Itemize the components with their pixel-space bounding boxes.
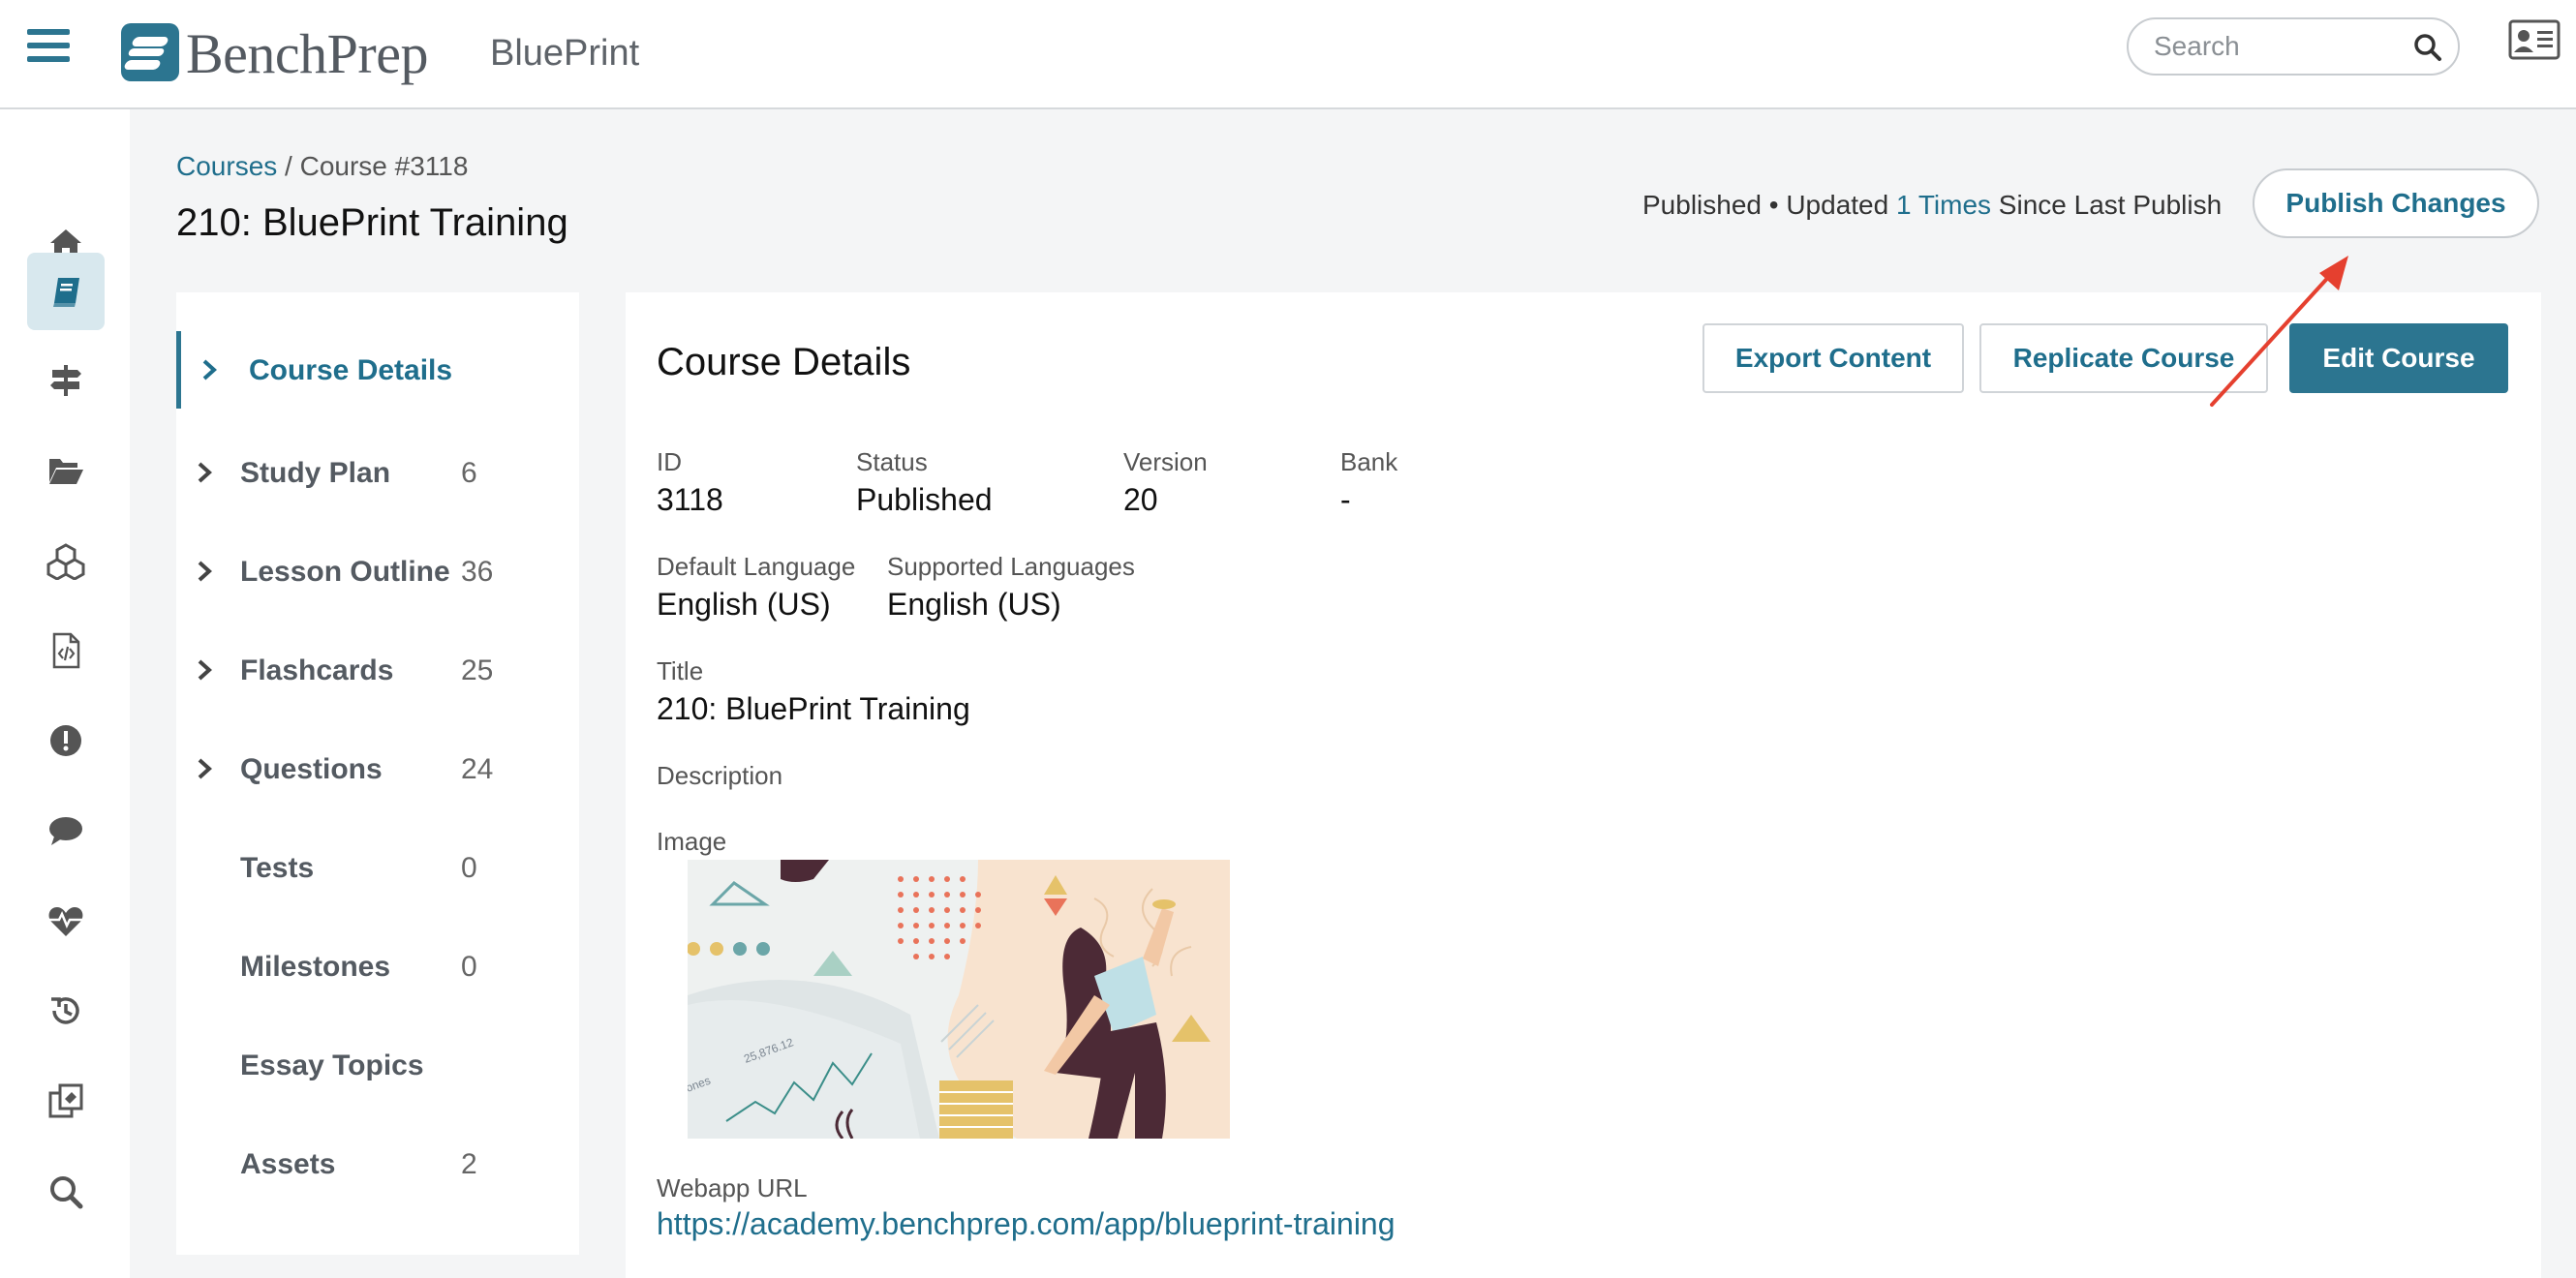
cubes-icon[interactable] (27, 522, 105, 599)
nav-count: 2 (461, 1148, 477, 1180)
book-icon[interactable] (27, 253, 105, 330)
heartbeat-icon[interactable] (27, 882, 105, 959)
hamburger-menu-icon[interactable] (27, 29, 70, 68)
breadcrumb-courses-link[interactable]: Courses (176, 151, 277, 181)
nav-label: Flashcards (240, 654, 394, 686)
folder-open-icon[interactable] (27, 432, 105, 509)
nav-label: Course Details (249, 354, 453, 386)
nav-count: 25 (461, 654, 494, 686)
page-title: 210: BluePrint Training (176, 201, 568, 244)
status-label: Status (856, 447, 928, 476)
status-value: Published (856, 482, 993, 517)
version-value: 20 (1123, 482, 1158, 517)
export-content-button[interactable]: Export Content (1702, 323, 1964, 393)
supported-languages-label: Supported Languages (887, 552, 1135, 581)
course-details-panel: Course Details Export Content Replicate … (626, 292, 2541, 1278)
bank-value: - (1340, 482, 1351, 517)
nav-flashcards[interactable]: Flashcards 25 (176, 631, 579, 709)
nav-lesson-outline[interactable]: Lesson Outline 36 (176, 532, 579, 610)
image-label: Image (657, 827, 727, 856)
breadcrumb: Courses / Course #3118 (176, 151, 468, 182)
nav-count: 24 (461, 753, 494, 785)
nav-label: Questions (240, 753, 383, 785)
nav-count: 6 (461, 457, 477, 489)
brand-name: BenchPrep (186, 22, 429, 85)
panel-title: Course Details (657, 341, 911, 383)
app-page: BenchPrep BluePrint Search Courses / Cou… (0, 0, 2576, 1278)
nav-label: Tests (240, 852, 315, 884)
profile-card-icon[interactable] (2508, 19, 2561, 60)
product-name: BluePrint (490, 33, 640, 74)
status-prefix: Published • Updated (1642, 190, 1896, 220)
nav-label: Assets (240, 1148, 336, 1180)
icon-rail (0, 109, 130, 1278)
chevron-right-icon (198, 462, 212, 483)
signpost-icon[interactable] (27, 342, 105, 419)
nav-label: Milestones (240, 951, 391, 983)
chevron-right-icon (202, 359, 217, 380)
id-value: 3118 (657, 482, 723, 517)
webapp-url-link[interactable]: https://academy.benchprep.com/app/bluepr… (657, 1206, 1395, 1242)
webapp-url-label: Webapp URL (657, 1173, 808, 1202)
publish-status: Published • Updated 1 Times Since Last P… (1642, 190, 2222, 221)
nav-label: Study Plan (240, 457, 391, 489)
nav-milestones[interactable]: Milestones 0 (176, 928, 579, 1005)
top-bar: BenchPrep BluePrint (0, 0, 2576, 109)
description-label: Description (657, 761, 783, 790)
history-icon[interactable] (27, 972, 105, 1050)
course-image: 25,876.12 ones (688, 860, 1230, 1139)
chevron-right-icon (198, 659, 212, 681)
nav-count: 36 (461, 556, 494, 588)
bank-label: Bank (1340, 447, 1398, 476)
nav-tests[interactable]: Tests 0 (176, 829, 579, 906)
nav-course-details[interactable]: Course Details (176, 331, 579, 409)
default-language-value: English (US) (657, 587, 831, 622)
exclamation-circle-icon[interactable] (27, 702, 105, 779)
title-value: 210: BluePrint Training (657, 691, 970, 726)
id-label: ID (657, 447, 682, 476)
nav-study-plan[interactable]: Study Plan 6 (176, 434, 579, 511)
updated-times-link[interactable]: 1 Times (1896, 190, 1991, 220)
title-label: Title (657, 656, 704, 685)
nav-essay-topics[interactable]: Essay Topics (176, 1026, 579, 1104)
supported-languages-value: English (US) (887, 587, 1061, 622)
chevron-right-icon (198, 561, 212, 582)
benchprep-logo-icon (121, 23, 179, 81)
status-suffix: Since Last Publish (1991, 190, 2223, 220)
annotation-arrow-icon (2210, 256, 2348, 407)
nav-label: Lesson Outline (240, 556, 450, 588)
search-box (2127, 17, 2460, 76)
rail-search-icon[interactable] (27, 1153, 105, 1231)
nav-questions[interactable]: Questions 24 (176, 730, 579, 807)
nav-label: Essay Topics (240, 1050, 424, 1081)
search-input[interactable] (2154, 29, 2406, 64)
clone-icon[interactable] (27, 1062, 105, 1140)
default-language-label: Default Language (657, 552, 856, 581)
nav-count: 0 (461, 852, 477, 884)
chevron-right-icon (198, 758, 212, 779)
breadcrumb-current: / Course #3118 (285, 151, 469, 181)
publish-changes-button[interactable]: Publish Changes (2253, 168, 2539, 238)
comment-icon[interactable] (27, 792, 105, 869)
version-label: Version (1123, 447, 1208, 476)
file-code-icon[interactable] (27, 612, 105, 689)
nav-count: 0 (461, 951, 477, 983)
course-sidenav: Course Details Study Plan 6 Lesson Outli… (176, 292, 579, 1255)
nav-assets[interactable]: Assets 2 (176, 1125, 579, 1202)
search-icon[interactable] (2413, 33, 2442, 62)
